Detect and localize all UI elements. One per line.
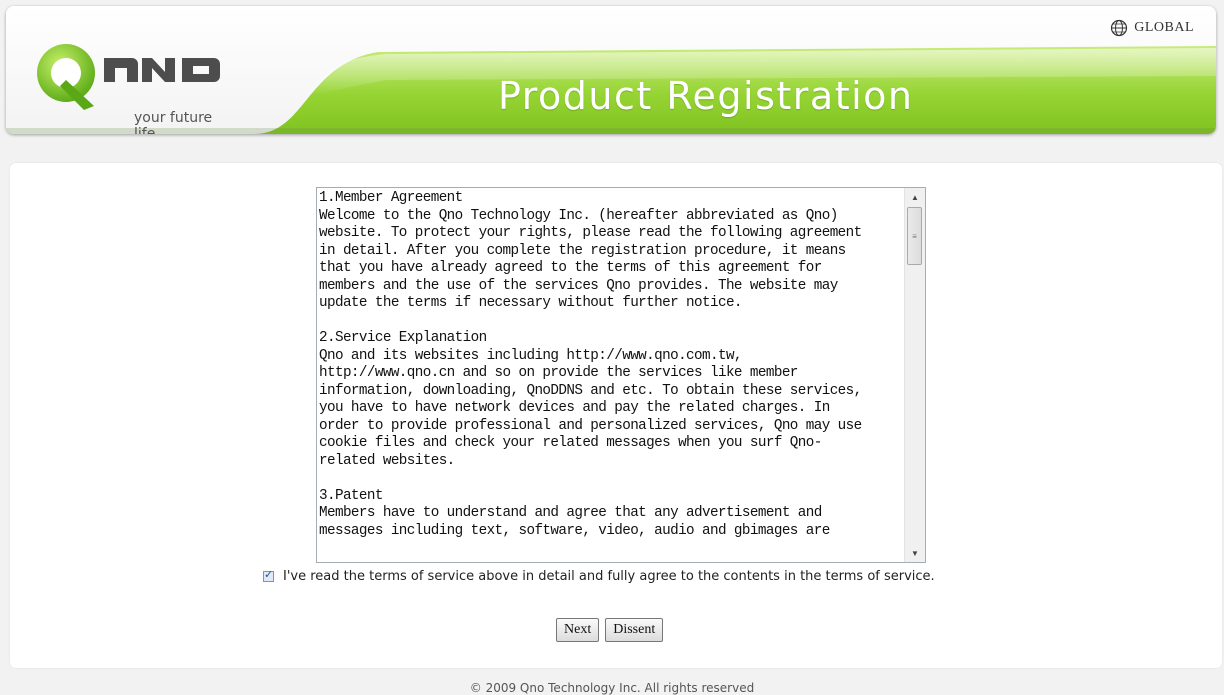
terms-scrollbar[interactable]: ▲ ≡ ▼ [904, 188, 925, 562]
logo-tagline: your future life [134, 110, 213, 134]
next-button[interactable]: Next [556, 618, 600, 642]
page-title: Product Registration [498, 74, 914, 118]
qno-logo[interactable]: your future life [36, 36, 236, 134]
dissent-button[interactable]: Dissent [605, 618, 664, 642]
global-label: GLOBAL [1134, 20, 1194, 35]
globe-icon [1111, 19, 1128, 37]
footer-copyright: © 2009 Qno Technology Inc. All rights re… [469, 681, 755, 695]
site-header: your future life GLOBAL Product Registra… [6, 6, 1216, 134]
scroll-down-arrow-icon[interactable]: ▼ [905, 544, 925, 562]
qno-logo-mark [37, 44, 220, 110]
scroll-up-arrow-icon[interactable]: ▲ [905, 188, 925, 206]
terms-text: 1.Member Agreement Welcome to the Qno Te… [319, 190, 862, 539]
scroll-thumb[interactable]: ≡ [907, 207, 922, 265]
agreement-row[interactable]: I've read the terms of service above in … [263, 568, 935, 584]
terms-textarea[interactable]: 1.Member Agreement Welcome to the Qno Te… [316, 187, 926, 563]
registration-panel: 1.Member Agreement Welcome to the Qno Te… [10, 163, 1222, 668]
action-buttons: Next Dissent [556, 618, 664, 642]
global-link[interactable]: GLOBAL [1110, 19, 1194, 37]
agree-label: I've read the terms of service above in … [283, 569, 935, 584]
agree-checkbox[interactable] [263, 568, 274, 582]
